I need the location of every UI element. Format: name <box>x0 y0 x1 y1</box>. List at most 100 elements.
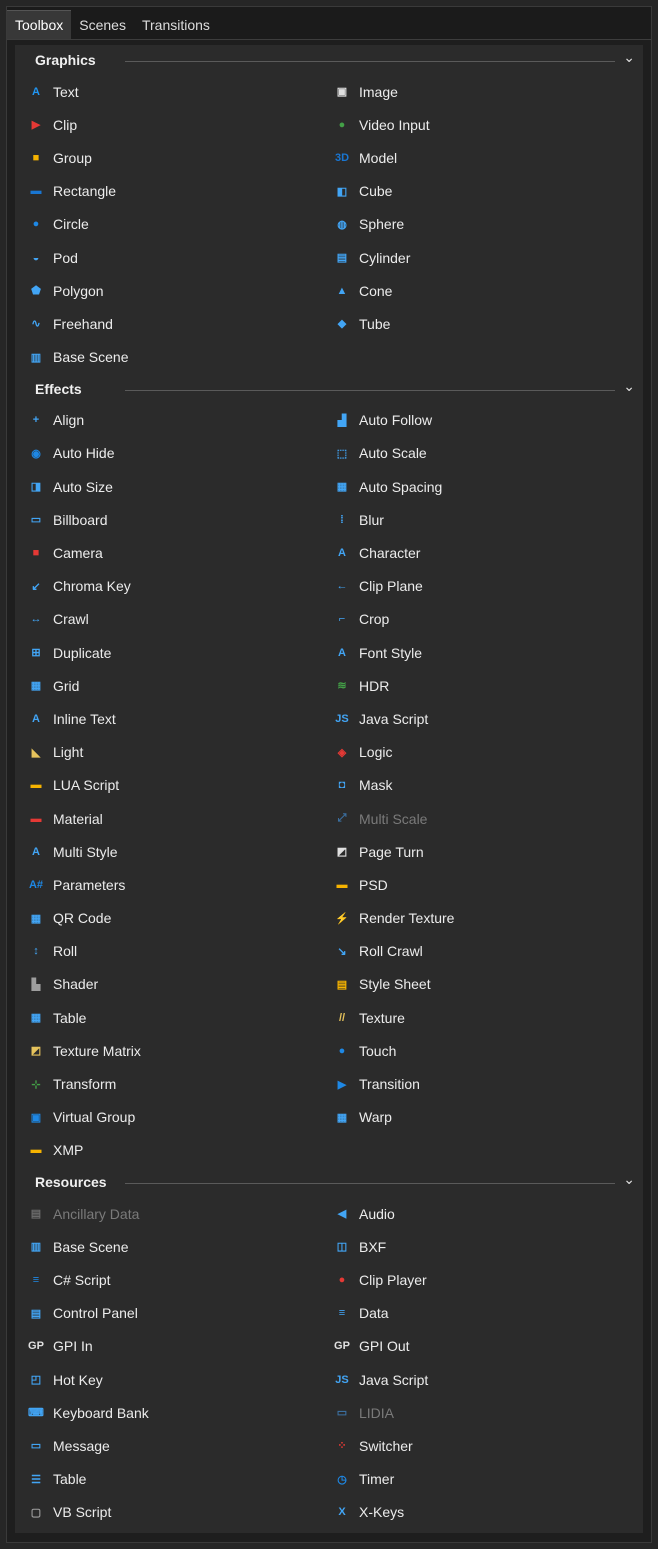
item-label: XMP <box>53 1142 84 1159</box>
csharp-script-icon: ≡ <box>32 1273 40 1286</box>
toolbox-item-video-input[interactable]: ● Video Input <box>321 108 627 141</box>
item-label: Style Sheet <box>359 976 431 993</box>
toolbox-item-material[interactable]: ▬ Material <box>15 802 321 835</box>
toolbox-item-virtual-group[interactable]: ▣ Virtual Group <box>15 1101 321 1134</box>
toolbox-item-chroma-key[interactable]: ↙ Chroma Key <box>15 570 321 603</box>
toolbox-item-control-panel[interactable]: ▤ Control Panel <box>15 1297 321 1330</box>
toolbox-item-message[interactable]: ▭ Message <box>15 1429 321 1462</box>
toolbox-item-multi-style[interactable]: A Multi Style <box>15 835 321 868</box>
toolbox-item-pod[interactable]: ◒ Pod <box>15 241 321 274</box>
chevron-down-icon[interactable]: ⌄ <box>623 1171 635 1188</box>
toolbox-item-auto-scale[interactable]: ⬚ Auto Scale <box>321 437 627 470</box>
section-title: Resources <box>35 1174 107 1190</box>
chevron-down-icon[interactable]: ⌄ <box>623 378 635 395</box>
toolbox-item-tube[interactable]: ◆ Tube <box>321 307 627 340</box>
toolbox-item-vb-script[interactable]: ▢ VB Script <box>15 1496 321 1529</box>
toolbox-item-hdr[interactable]: ≋ HDR <box>321 669 627 702</box>
toolbox-item-camera[interactable]: ■ Camera <box>15 536 321 569</box>
toolbox-item-keyboard-bank[interactable]: ⌨ Keyboard Bank <box>15 1396 321 1429</box>
toolbox-item-audio[interactable]: ◀ Audio <box>321 1197 627 1230</box>
tab-transitions[interactable]: Transitions <box>134 11 218 39</box>
toolbox-item-align[interactable]: + Align <box>15 404 321 437</box>
toolbox-item-blur[interactable]: ⁞ Blur <box>321 503 627 536</box>
toolbox-item-texture[interactable]: // Texture <box>321 1001 627 1034</box>
toolbox-item-group[interactable]: ■ Group <box>15 141 321 174</box>
section-header-graphics[interactable]: Graphics ⌄ <box>15 45 643 75</box>
toolbox-item-mask[interactable]: ◘ Mask <box>321 769 627 802</box>
toolbox-item-qr-code[interactable]: ▦ QR Code <box>15 902 321 935</box>
toolbox-item-duplicate[interactable]: ⊞ Duplicate <box>15 636 321 669</box>
toolbox-item-auto-size[interactable]: ◨ Auto Size <box>15 470 321 503</box>
toolbox-item-image[interactable]: ▣ Image <box>321 75 627 108</box>
section-header-resources[interactable]: Resources ⌄ <box>15 1167 643 1197</box>
toolbox-item-logic[interactable]: ◈ Logic <box>321 736 627 769</box>
toolbox-item-java-script[interactable]: JS Java Script <box>321 1363 627 1396</box>
item-label: Circle <box>53 216 89 233</box>
toolbox-item-render-texture[interactable]: ⚡ Render Texture <box>321 902 627 935</box>
toolbox-item-clip-plane[interactable]: ← Clip Plane <box>321 570 627 603</box>
toolbox-item-transition[interactable]: ▶ Transition <box>321 1067 627 1100</box>
toolbox-item-base-scene[interactable]: ▥ Base Scene <box>15 341 321 374</box>
toolbox-item-roll-crawl[interactable]: ↘ Roll Crawl <box>321 935 627 968</box>
toolbox-item-parameters[interactable]: A# Parameters <box>15 868 321 901</box>
toolbox-item-light[interactable]: ◣ Light <box>15 736 321 769</box>
x-keys-icon: X <box>338 1506 346 1519</box>
toolbox-item-timer[interactable]: ◷ Timer <box>321 1463 627 1496</box>
toolbox-item-style-sheet[interactable]: ▤ Style Sheet <box>321 968 627 1001</box>
toolbox-item-auto-hide[interactable]: ◉ Auto Hide <box>15 437 321 470</box>
toolbox-item-gpi-in[interactable]: GP GPI In <box>15 1330 321 1363</box>
toolbox-item-circle[interactable]: ● Circle <box>15 208 321 241</box>
toolbox-item-cylinder[interactable]: ▤ Cylinder <box>321 241 627 274</box>
rectangle-icon: ▬ <box>30 185 42 198</box>
chevron-down-icon[interactable]: ⌄ <box>623 49 635 66</box>
toolbox-item-table[interactable]: ▦ Table <box>15 1001 321 1034</box>
toolbox-item-crawl[interactable]: ↔ Crawl <box>15 603 321 636</box>
toolbox-item-cube[interactable]: ◧ Cube <box>321 175 627 208</box>
toolbox-item-shader[interactable]: ▙ Shader <box>15 968 321 1001</box>
toolbox-item-warp[interactable]: ▦ Warp <box>321 1101 627 1134</box>
toolbox-item-clip[interactable]: ▶ Clip <box>15 108 321 141</box>
toolbox-item-lua-script[interactable]: ▬ LUA Script <box>15 769 321 802</box>
render-texture-icon: ⚡ <box>335 912 349 925</box>
toolbox-item-freehand[interactable]: ∿ Freehand <box>15 307 321 340</box>
toolbox-item-page-turn[interactable]: ◩ Page Turn <box>321 835 627 868</box>
toolbox-item-sphere[interactable]: ◍ Sphere <box>321 208 627 241</box>
toolbox-item-x-keys[interactable]: X X-Keys <box>321 1496 627 1529</box>
toolbox-item-auto-spacing[interactable]: ▦ Auto Spacing <box>321 470 627 503</box>
toolbox-item-font-style[interactable]: A Font Style <box>321 636 627 669</box>
toolbox-item-transform[interactable]: ⊹ Transform <box>15 1067 321 1100</box>
blur-icon: ⁞ <box>340 513 344 526</box>
toolbox-item-psd[interactable]: ▬ PSD <box>321 868 627 901</box>
item-label: Switcher <box>359 1437 413 1454</box>
toolbox-item-polygon[interactable]: ⬟ Polygon <box>15 274 321 307</box>
toolbox-item-switcher[interactable]: ⁘ Switcher <box>321 1429 627 1462</box>
item-label: Duplicate <box>53 644 112 661</box>
toolbox-item-xmp[interactable]: ▬ XMP <box>15 1134 321 1167</box>
toolbox-item-billboard[interactable]: ▭ Billboard <box>15 503 321 536</box>
toolbox-item-touch[interactable]: ● Touch <box>321 1034 627 1067</box>
toolbox-item-bxf[interactable]: ◫ BXF <box>321 1230 627 1263</box>
toolbox-item-character[interactable]: A Character <box>321 536 627 569</box>
tab-scenes[interactable]: Scenes <box>71 11 134 39</box>
toolbox-item-base-scene[interactable]: ▥ Base Scene <box>15 1230 321 1263</box>
toolbox-item-gpi-out[interactable]: GP GPI Out <box>321 1330 627 1363</box>
toolbox-item-java-script[interactable]: JS Java Script <box>321 702 627 735</box>
toolbox-item-roll[interactable]: ↕ Roll <box>15 935 321 968</box>
toolbox-item-table[interactable]: ☰ Table <box>15 1463 321 1496</box>
toolbox-item-auto-follow[interactable]: ▟ Auto Follow <box>321 404 627 437</box>
toolbox-item-rectangle[interactable]: ▬ Rectangle <box>15 175 321 208</box>
toolbox-item-model[interactable]: 3D Model <box>321 141 627 174</box>
toolbox-item-c-script[interactable]: ≡ C# Script <box>15 1263 321 1296</box>
section-header-effects[interactable]: Effects ⌄ <box>15 374 643 404</box>
toolbox-item-inline-text[interactable]: A Inline Text <box>15 702 321 735</box>
toolbox-item-grid[interactable]: ▦ Grid <box>15 669 321 702</box>
toolbox-item-data[interactable]: ≡ Data <box>321 1297 627 1330</box>
section-items-resources: ▤ Ancillary Data ◀ Audio ▥ Base Scene ◫ BXF ≡ C# … <box>15 1197 643 1529</box>
toolbox-item-cone[interactable]: ▲ Cone <box>321 274 627 307</box>
toolbox-item-text[interactable]: A Text <box>15 75 321 108</box>
tab-toolbox[interactable]: Toolbox <box>7 10 72 39</box>
toolbox-item-clip-player[interactable]: ● Clip Player <box>321 1263 627 1296</box>
toolbox-item-hot-key[interactable]: ◰ Hot Key <box>15 1363 321 1396</box>
toolbox-item-crop[interactable]: ⌐ Crop <box>321 603 627 636</box>
toolbox-item-texture-matrix[interactable]: ◩ Texture Matrix <box>15 1034 321 1067</box>
